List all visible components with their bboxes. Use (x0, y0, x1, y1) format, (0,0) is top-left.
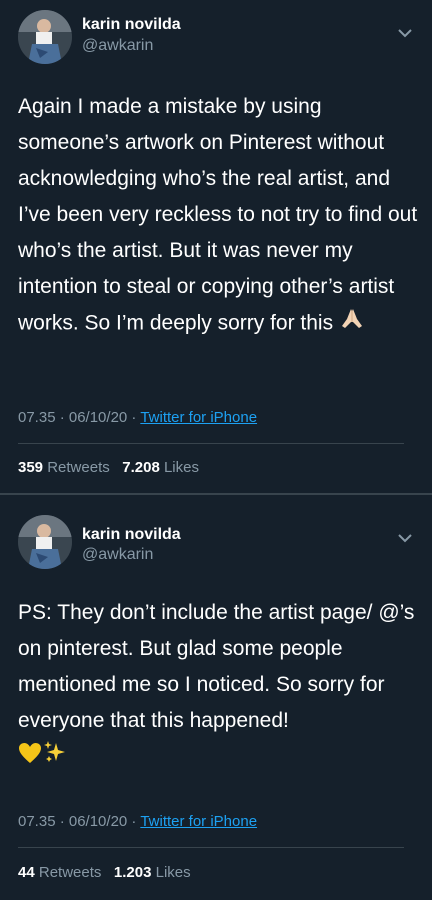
tweet-2: karin novilda @awkarin PS: They don’t in… (0, 495, 432, 900)
tweet-text-content: Again I made a mistake by using someone’… (18, 95, 418, 335)
user-handle[interactable]: @awkarin (82, 37, 153, 55)
user-handle[interactable]: @awkarin (82, 546, 153, 564)
avatar[interactable] (18, 10, 72, 64)
tweet-text: PS: They don’t include the artist page/ … (18, 595, 418, 777)
retweets-stat[interactable]: 359 Retweets (18, 459, 110, 476)
likes-stat[interactable]: 1.203 Likes (114, 864, 191, 881)
retweets-count: 44 (18, 864, 35, 881)
retweets-label: Retweets (47, 459, 110, 476)
likes-label: Likes (163, 459, 199, 476)
tweet-time: 07.35 · 06/10/20 · (18, 409, 141, 426)
retweets-count: 359 (18, 459, 44, 476)
likes-label: Likes (155, 864, 191, 881)
tweet-stats: 44 Retweets 1.203 Likes (18, 864, 191, 881)
tweet-time: 07.35 · 06/10/20 · (18, 813, 141, 830)
yellow-heart-icon (18, 740, 42, 776)
tweet-text: Again I made a mistake by using someone’… (18, 89, 418, 343)
likes-stat[interactable]: 7.208 Likes (122, 459, 199, 476)
divider (18, 847, 404, 848)
display-name[interactable]: karin novilda (82, 526, 181, 544)
avatar[interactable] (18, 515, 72, 569)
chevron-down-icon[interactable] (396, 529, 414, 547)
tweet-1: karin novilda @awkarin Again I made a mi… (0, 0, 432, 495)
tweet-meta: 07.35 · 06/10/20 · Twitter for iPhone (18, 813, 257, 830)
tweet-text-content: PS: They don’t include the artist page/ … (18, 601, 415, 732)
likes-count: 7.208 (122, 459, 160, 476)
retweets-stat[interactable]: 44 Retweets (18, 864, 101, 881)
likes-count: 1.203 (113, 864, 152, 881)
tweet-meta: 07.35 · 06/10/20 · Twitter for iPhone (18, 409, 257, 426)
tweet-stats: 359 Retweets 7.208 Likes (18, 459, 199, 476)
retweets-label: Retweets (38, 864, 102, 881)
display-name[interactable]: karin novilda (82, 16, 181, 34)
sparkles-icon (42, 739, 68, 777)
chevron-down-icon[interactable] (396, 24, 414, 42)
divider (18, 443, 404, 444)
tweet-source-link[interactable]: Twitter for iPhone (140, 813, 257, 830)
tweet-source-link[interactable]: Twitter for iPhone (140, 409, 257, 426)
folded-hands-icon (339, 305, 365, 343)
